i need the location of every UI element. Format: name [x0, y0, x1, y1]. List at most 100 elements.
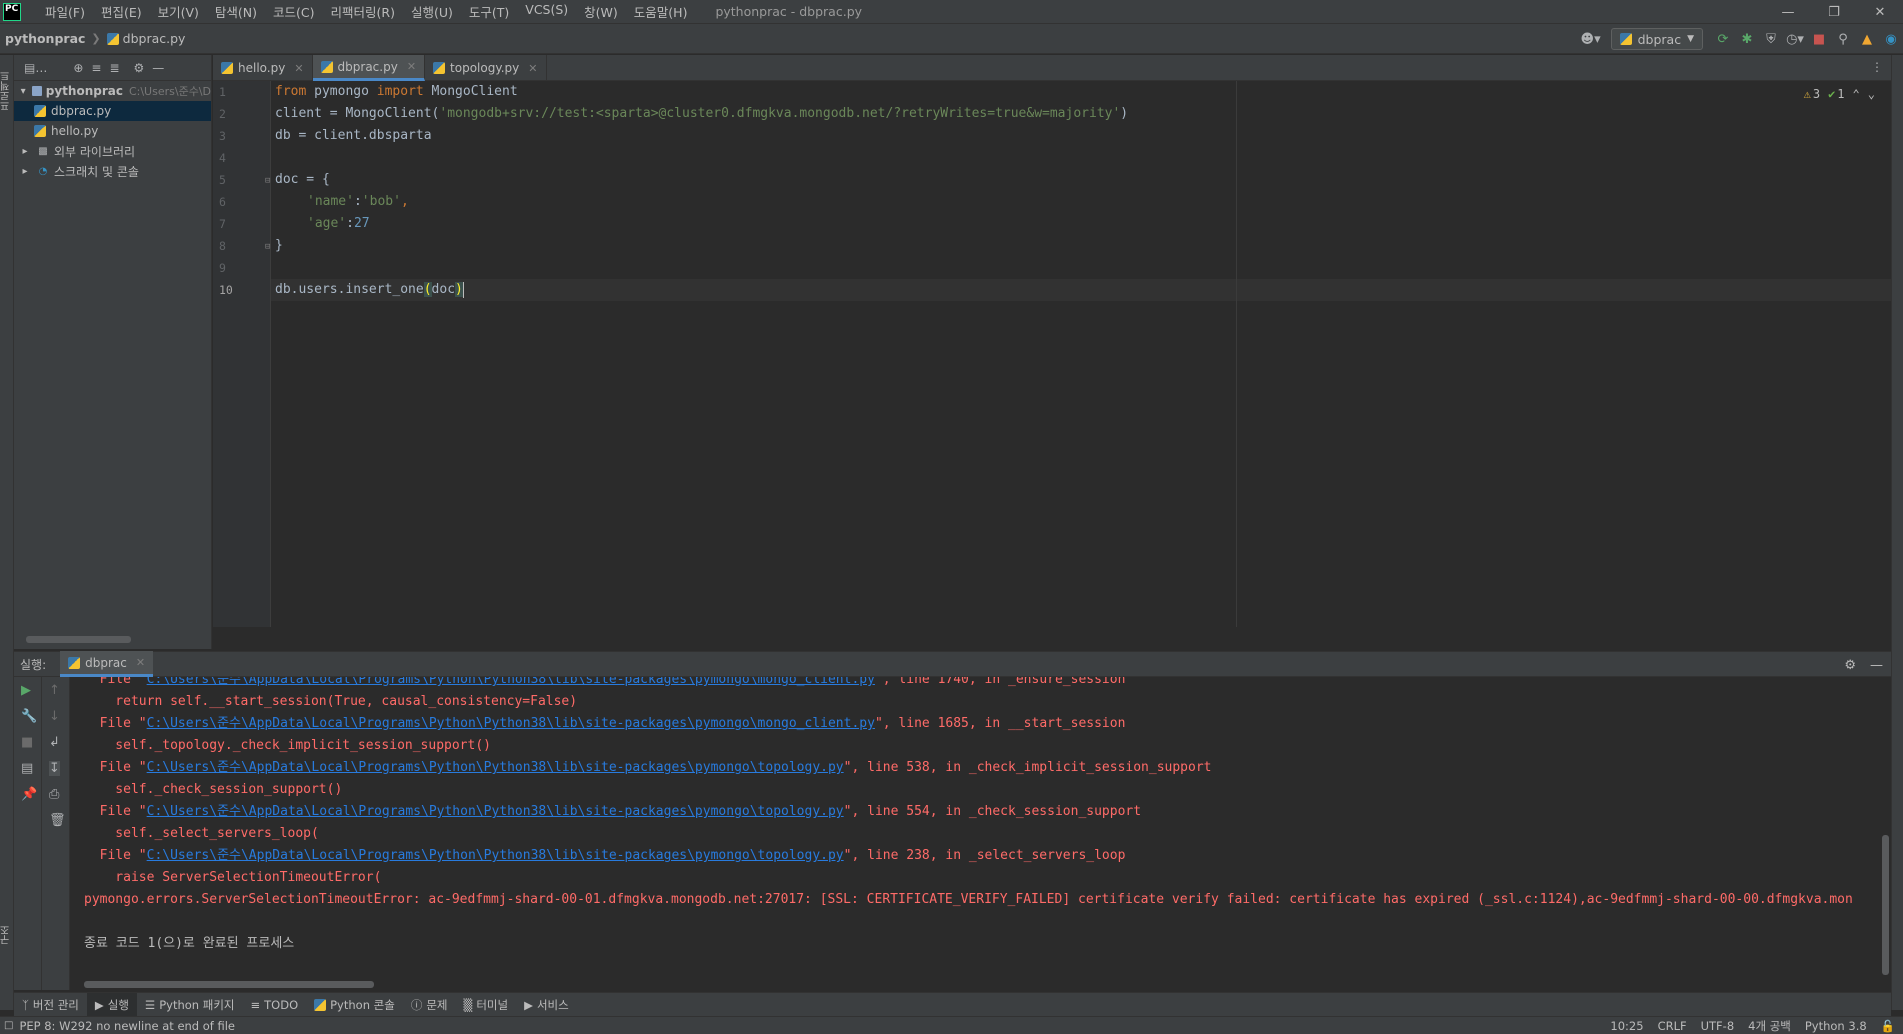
stop-icon[interactable]: ■: [21, 735, 33, 750]
close-icon[interactable]: ✕: [136, 656, 145, 669]
arrow-down-icon[interactable]: ↓: [49, 709, 60, 724]
plugin-icon[interactable]: ◉: [1879, 27, 1903, 51]
tree-item-label: 외부 라이브러리: [54, 144, 136, 159]
pin-icon[interactable]: 📌: [21, 787, 37, 802]
menu-vcs[interactable]: VCS(S): [517, 2, 576, 21]
tool-tab-structure[interactable]: 구조: [0, 915, 13, 955]
fold-icon[interactable]: ⊟: [265, 176, 270, 186]
tool-terminal[interactable]: ▒ 터미널: [455, 993, 516, 1017]
tool-version-control[interactable]: ᛉ 버전 관리: [14, 993, 87, 1017]
menu-view[interactable]: 보기(V): [150, 2, 207, 21]
user-icon[interactable]: ☻▾: [1579, 27, 1603, 51]
close-icon[interactable]: ✕: [1857, 0, 1903, 24]
debug-icon[interactable]: ✱: [1735, 27, 1759, 51]
tool-tab-project[interactable]: 프로젝트: [0, 61, 13, 121]
tab-menu-icon[interactable]: ⋮: [1871, 60, 1883, 74]
console-text: ", line 238, in _select_servers_loop: [843, 848, 1126, 863]
project-panel: ▤… ⊕ ≡ ≣ ⚙ — ▾ pythonprac C:\Users\준수\D …: [14, 55, 212, 649]
run-icon[interactable]: ▶: [21, 683, 31, 698]
tool-todo[interactable]: ≡ TODO: [243, 993, 307, 1017]
tool-problems[interactable]: ⓘ 문제: [403, 993, 456, 1017]
console-file-link[interactable]: C:\Users\준수\AppData\Local\Programs\Pytho…: [147, 848, 844, 863]
menu-file[interactable]: 파일(F): [37, 2, 93, 21]
vertical-scrollbar[interactable]: [1882, 835, 1889, 975]
file-encoding[interactable]: UTF-8: [1701, 1019, 1735, 1033]
soft-wrap-icon[interactable]: ↲: [49, 735, 60, 750]
expand-all-icon[interactable]: ≡: [91, 61, 101, 75]
run-tab-dbprac[interactable]: dbprac ✕: [60, 651, 154, 677]
menu-run[interactable]: 실행(U): [403, 2, 461, 21]
horizontal-scrollbar[interactable]: [26, 636, 131, 643]
close-icon[interactable]: ✕: [528, 62, 537, 75]
menu-code[interactable]: 코드(C): [265, 2, 322, 21]
fold-icon[interactable]: ⊟: [265, 242, 270, 252]
tree-item-hello[interactable]: hello.py: [14, 121, 211, 141]
project-toolbar: ▤… ⊕ ≡ ≣ ⚙ —: [14, 55, 211, 81]
tool-services[interactable]: ▶ 서비스: [516, 993, 577, 1017]
hide-icon[interactable]: —: [1870, 658, 1883, 673]
project-view-icon[interactable]: ▤…: [24, 61, 47, 75]
layout-icon[interactable]: ▤: [21, 761, 33, 776]
locate-icon[interactable]: ⊕: [73, 61, 83, 75]
status-square-icon[interactable]: □: [4, 1020, 13, 1031]
caret-position[interactable]: 10:25: [1610, 1019, 1643, 1033]
arrow-up-icon[interactable]: ↑: [49, 683, 60, 698]
inspection-widget[interactable]: ⚠ 3 ✔ 1 ⌃ ⌄: [1804, 87, 1875, 101]
tab-topology-py[interactable]: topology.py ✕: [425, 55, 547, 81]
gear-icon[interactable]: ⚙: [134, 61, 145, 75]
code-area[interactable]: from pymongo import MongoClient client =…: [275, 81, 1891, 627]
tool-python-console[interactable]: Python 콘솔: [306, 993, 403, 1017]
tab-hello-py[interactable]: hello.py ✕: [213, 55, 313, 81]
restore-icon[interactable]: ❐: [1811, 0, 1857, 24]
tab-dbprac-py[interactable]: dbprac.py ✕: [312, 55, 426, 81]
menu-refactor[interactable]: 리팩터링(R): [323, 2, 403, 21]
code-editor[interactable]: 1 2 3 4 5 6 7 8 9 10 ⊟ ⊟ from pymongo im…: [213, 81, 1891, 627]
menu-navigate[interactable]: 탐색(N): [207, 2, 265, 21]
menu-help[interactable]: 도움말(H): [626, 2, 696, 21]
status-message[interactable]: PEP 8: W292 no newline at end of file: [19, 1019, 235, 1033]
stop-icon[interactable]: ■: [1807, 27, 1831, 51]
rerun-icon[interactable]: ⟳: [1711, 27, 1735, 51]
menu-edit[interactable]: 편집(E): [93, 2, 150, 21]
coverage-icon[interactable]: ⛨: [1759, 27, 1783, 51]
breadcrumb-file[interactable]: dbprac.py: [106, 31, 185, 46]
close-icon[interactable]: ✕: [294, 62, 303, 75]
interpreter[interactable]: Python 3.8: [1805, 1019, 1867, 1033]
breadcrumb-project[interactable]: pythonprac: [5, 31, 85, 46]
chevron-down-icon[interactable]: ⌄: [1868, 87, 1875, 101]
console-file-link[interactable]: C:\Users\준수\AppData\Local\Programs\Pytho…: [147, 760, 844, 775]
menu-window[interactable]: 창(W): [576, 2, 626, 21]
console-text: ", line 1685, in __start_session: [874, 716, 1126, 731]
code-token: from: [275, 84, 307, 99]
run-console[interactable]: File "C:\Users\준수\AppData\Local\Programs…: [70, 677, 1891, 990]
gear-icon[interactable]: ⚙: [1844, 658, 1856, 673]
tree-item-dbprac[interactable]: dbprac.py: [14, 101, 211, 121]
tree-item-scratches[interactable]: ▸ ◔ 스크래치 및 콘솔: [14, 161, 211, 181]
update-icon[interactable]: ▲: [1855, 27, 1879, 51]
print-icon[interactable]: ⎙: [49, 787, 59, 802]
hide-icon[interactable]: —: [152, 61, 164, 75]
collapse-all-icon[interactable]: ≣: [109, 61, 119, 75]
tool-python-packages[interactable]: ☰ Python 패키지: [137, 993, 243, 1017]
trash-icon[interactable]: 🗑: [49, 813, 66, 828]
tree-root[interactable]: ▾ pythonprac C:\Users\준수\D: [14, 81, 211, 101]
tree-item-external-libraries[interactable]: ▸ ▩ 외부 라이브러리: [14, 141, 211, 161]
scroll-to-end-icon[interactable]: ↧: [49, 761, 60, 776]
tool-run[interactable]: ▶ 실행: [86, 992, 137, 1017]
horizontal-scrollbar[interactable]: [84, 981, 374, 988]
indent-setting[interactable]: 4개 공백: [1748, 1018, 1791, 1034]
search-icon[interactable]: ⚲: [1831, 27, 1855, 51]
minimize-icon[interactable]: —: [1765, 0, 1811, 24]
run-configuration-select[interactable]: dbprac ▼: [1610, 28, 1703, 50]
close-icon[interactable]: ✕: [407, 60, 416, 73]
console-file-link[interactable]: C:\Users\준수\AppData\Local\Programs\Pytho…: [147, 716, 875, 731]
lock-icon[interactable]: 🔓: [1881, 1019, 1895, 1033]
wrench-icon[interactable]: 🔧: [21, 709, 37, 724]
console-file-link[interactable]: C:\Users\준수\AppData\Local\Programs\Pytho…: [147, 677, 875, 687]
line-separator[interactable]: CRLF: [1658, 1019, 1687, 1033]
chevron-up-icon[interactable]: ⌃: [1853, 87, 1860, 101]
profile-icon[interactable]: ◷▾: [1783, 27, 1807, 51]
right-tool-strip: [1891, 55, 1903, 1010]
menu-tools[interactable]: 도구(T): [461, 2, 517, 21]
console-file-link[interactable]: C:\Users\준수\AppData\Local\Programs\Pytho…: [147, 804, 844, 819]
